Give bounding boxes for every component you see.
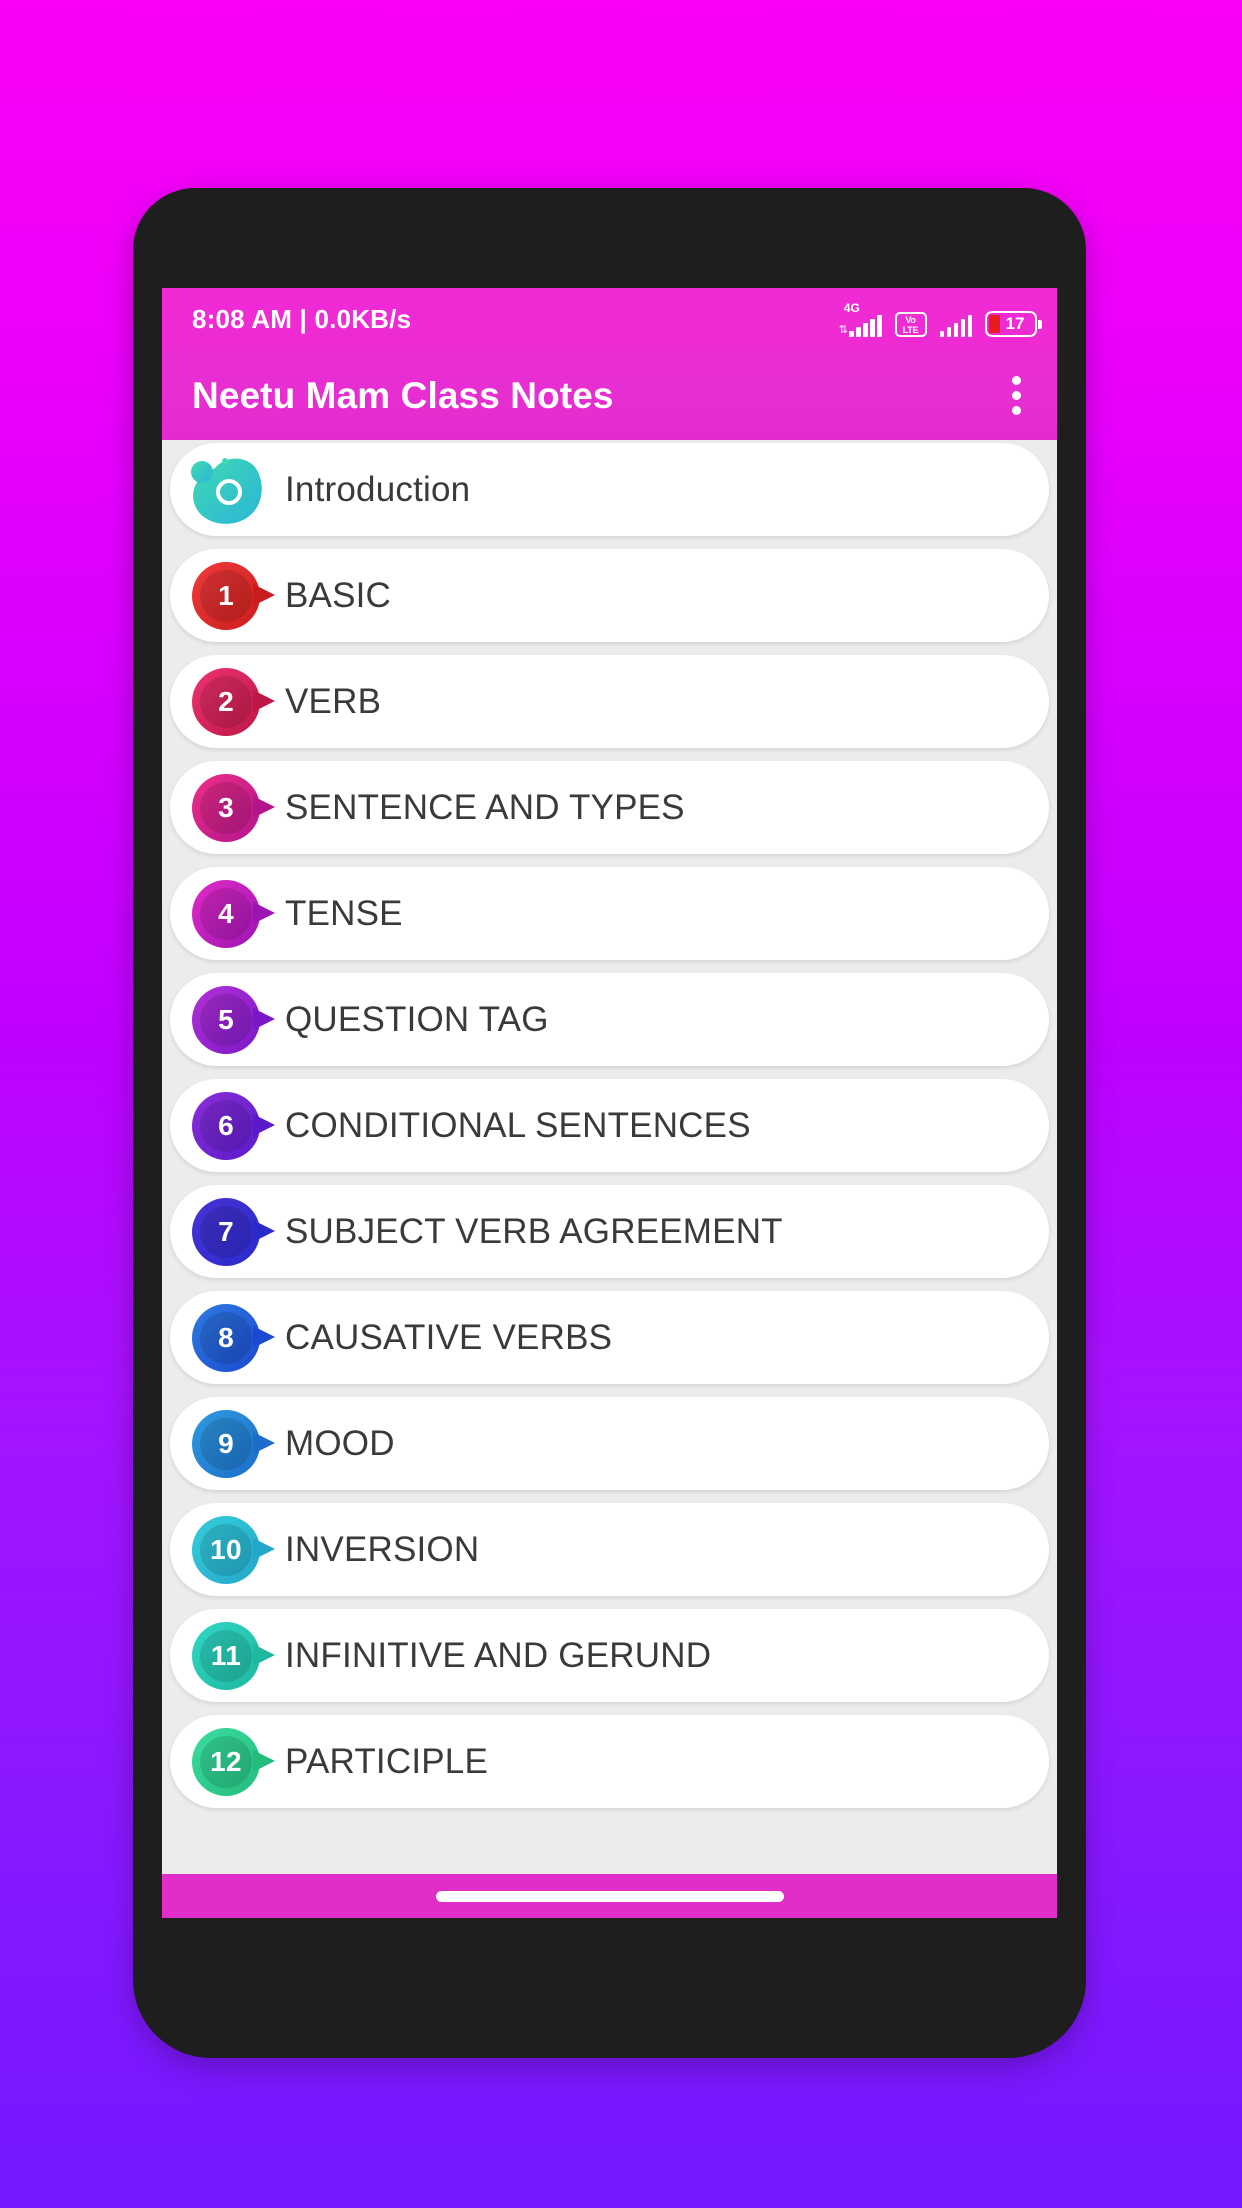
list-item-badge: 1	[183, 553, 275, 639]
list-item-label: CONDITIONAL SENTENCES	[285, 1105, 751, 1145]
list-item-badge: 5	[183, 977, 275, 1063]
list-item[interactable]: 12 PARTICIPLE	[170, 1715, 1049, 1808]
list-item[interactable]: 6 CONDITIONAL SENTENCES	[170, 1079, 1049, 1172]
number-badge-icon: 10	[192, 1515, 275, 1584]
number-badge-icon: 6	[192, 1091, 275, 1160]
number-badge-icon: 7	[192, 1197, 275, 1266]
phone-frame: 8:08 AM | 0.0KB/s 4G ⇅ Vo LTE 17 Neetu M…	[133, 188, 1086, 2058]
list-item[interactable]: 4 TENSE	[170, 867, 1049, 960]
volte-bottom-text: LTE	[902, 324, 919, 335]
list-item[interactable]: 3 SENTENCE AND TYPES	[170, 761, 1049, 854]
list-item-badge: 9	[183, 1401, 275, 1487]
signal-bars-secondary-icon	[939, 314, 972, 337]
list-item-badge: 10	[183, 1507, 275, 1593]
list-item-label: INFINITIVE AND GERUND	[285, 1635, 712, 1675]
number-badge-icon: 1	[192, 561, 275, 630]
list-item-badge: 11	[183, 1613, 275, 1699]
number-badge-icon: 4	[192, 879, 275, 948]
page-title: Neetu Mam Class Notes	[192, 374, 614, 416]
badge-number: 6	[218, 1109, 234, 1141]
blob-badge-icon	[185, 452, 267, 528]
number-badge-icon: 5	[192, 985, 275, 1054]
list-item-badge: 8	[183, 1295, 275, 1381]
list-item[interactable]: 10 INVERSION	[170, 1503, 1049, 1596]
badge-number: 4	[218, 897, 234, 929]
list-item-label: MOOD	[285, 1423, 395, 1463]
list-item-label: PARTICIPLE	[285, 1741, 488, 1781]
list-item-label: CAUSATIVE VERBS	[285, 1317, 613, 1357]
badge-number: 8	[218, 1321, 234, 1353]
badge-number: 2	[218, 685, 234, 717]
battery-percent-label: 17	[1005, 313, 1025, 333]
badge-number: 9	[218, 1427, 234, 1459]
number-badge-icon: 8	[192, 1303, 275, 1372]
list-item[interactable]: 8 CAUSATIVE VERBS	[170, 1291, 1049, 1384]
list-item[interactable]: 7 SUBJECT VERB AGREEMENT	[170, 1185, 1049, 1278]
badge-number: 1	[218, 579, 234, 611]
list-item-badge: 6	[183, 1083, 275, 1169]
list-item[interactable]: 11 INFINITIVE AND GERUND	[170, 1609, 1049, 1702]
list-item-label: VERB	[285, 681, 382, 721]
list-item[interactable]: 5 QUESTION TAG	[170, 973, 1049, 1066]
number-badge-icon: 9	[192, 1409, 275, 1478]
badge-number: 5	[218, 1003, 234, 1035]
number-badge-icon: 2	[192, 667, 275, 736]
list-item-badge: 7	[183, 1189, 275, 1275]
badge-number: 11	[210, 1639, 242, 1671]
app-bar: Neetu Mam Class Notes	[162, 351, 1057, 440]
list-item-label: SUBJECT VERB AGREEMENT	[285, 1211, 783, 1251]
volte-icon: Vo LTE	[894, 311, 927, 337]
status-bar: 8:08 AM | 0.0KB/s 4G ⇅ Vo LTE 17	[162, 288, 1057, 351]
badge-number: 10	[210, 1533, 242, 1565]
bottom-navigation-bar	[162, 1874, 1057, 1918]
signal-sim2-icon	[939, 307, 972, 337]
status-bar-icons: 4G ⇅ Vo LTE 17	[838, 302, 1042, 337]
signal-4g-icon: 4G ⇅	[838, 302, 882, 337]
list-item-badge	[183, 447, 269, 533]
status-bar-clock: 8:08 AM | 0.0KB/s	[192, 304, 412, 334]
signal-bars-icon	[849, 314, 882, 337]
badge-number: 3	[218, 791, 234, 823]
list-item[interactable]: 9 MOOD	[170, 1397, 1049, 1490]
network-type-label: 4G	[843, 300, 860, 315]
list-item-label: QUESTION TAG	[285, 999, 549, 1039]
list-item-badge: 4	[183, 871, 275, 957]
chapter-list[interactable]: Introduction 1 BASIC 2 VERB 3 SENTENCE AND TYP…	[162, 440, 1057, 1874]
list-item-badge: 2	[183, 659, 275, 745]
volte-top-text: Vo	[905, 314, 916, 325]
list-item-badge: 12	[183, 1719, 275, 1805]
list-item-badge: 3	[183, 765, 275, 851]
list-item-label: BASIC	[285, 575, 392, 615]
badge-number: 12	[210, 1745, 242, 1777]
list-item-label: INVERSION	[285, 1529, 480, 1569]
battery-icon: 17	[985, 310, 1042, 337]
list-item[interactable]: 1 BASIC	[170, 549, 1049, 642]
badge-number: 7	[218, 1215, 234, 1247]
phone-screen: 8:08 AM | 0.0KB/s 4G ⇅ Vo LTE 17 Neetu M…	[162, 288, 1057, 1918]
list-item-label: TENSE	[285, 893, 403, 933]
list-item[interactable]: Introduction	[170, 443, 1049, 536]
number-badge-icon: 11	[192, 1621, 275, 1690]
home-indicator[interactable]	[435, 1890, 784, 1902]
number-badge-icon: 12	[192, 1727, 275, 1796]
list-item-label: Introduction	[285, 469, 471, 509]
number-badge-icon: 3	[192, 773, 275, 842]
overflow-menu-icon[interactable]	[998, 364, 1035, 427]
data-transfer-arrows-icon: ⇅	[838, 323, 848, 336]
list-item-label: SENTENCE AND TYPES	[285, 787, 685, 827]
list-item[interactable]: 2 VERB	[170, 655, 1049, 748]
